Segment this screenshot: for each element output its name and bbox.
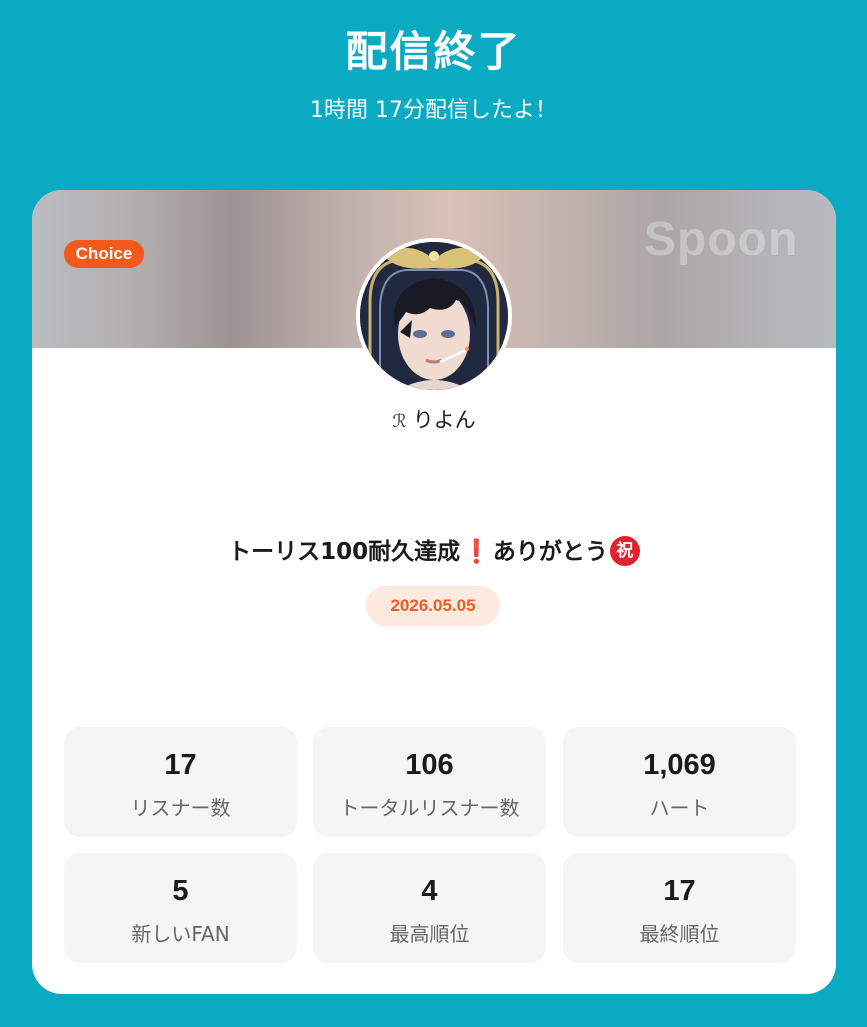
stat-label: 最終順位 (639, 922, 720, 946)
user-name-label: りよん (412, 408, 476, 432)
stat-value: 106 (405, 749, 454, 781)
stat-best-rank: 4 最高順位 (313, 853, 546, 963)
user-name[interactable]: ℛ りよん (32, 404, 836, 434)
stat-label: トータルリスナー数 (339, 796, 520, 820)
stat-hearts: 1,069 ハート (563, 727, 796, 837)
broadcast-date: 2026.05.05 (366, 586, 500, 626)
stat-label: 最高順位 (389, 922, 470, 946)
user-mark-icon: ℛ (392, 411, 407, 432)
spoon-logo: Spoon (644, 213, 799, 266)
exclamation-icon: ❗ (462, 539, 491, 565)
stat-label: リスナー数 (130, 796, 231, 820)
avatar-image (360, 242, 508, 390)
stat-label: 新しいFAN (131, 922, 230, 946)
celebration-icon: 祝 (609, 535, 640, 566)
stat-value: 1,069 (643, 749, 716, 781)
broadcast-summary-card: Choice Spoon ℛ りよん トーリス100耐久達成❗ありがとう 祝 2… (32, 190, 836, 994)
stat-new-fans: 5 新しいFAN (64, 853, 297, 963)
stat-value: 17 (663, 875, 696, 907)
stat-value: 4 (421, 875, 438, 907)
live-title: トーリス100耐久達成❗ありがとう祝 (32, 532, 836, 568)
stat-listeners: 17 リスナー数 (64, 727, 297, 837)
stat-total-listeners: 106 トータルリスナー数 (313, 727, 546, 837)
choice-badge: Choice (64, 240, 144, 268)
stat-value: 17 (164, 749, 197, 781)
avatar[interactable] (356, 238, 512, 394)
page-title: 配信終了 (345, 27, 522, 76)
broadcast-duration: 1時間 17分配信したよ！ (310, 98, 557, 123)
live-title-thanks: ありがとう (492, 539, 608, 565)
stat-value: 5 (172, 875, 189, 907)
live-title-text: トーリス100耐久達成 (228, 539, 461, 565)
stat-final-rank: 17 最終順位 (563, 853, 796, 963)
stat-label: ハート (649, 796, 710, 820)
